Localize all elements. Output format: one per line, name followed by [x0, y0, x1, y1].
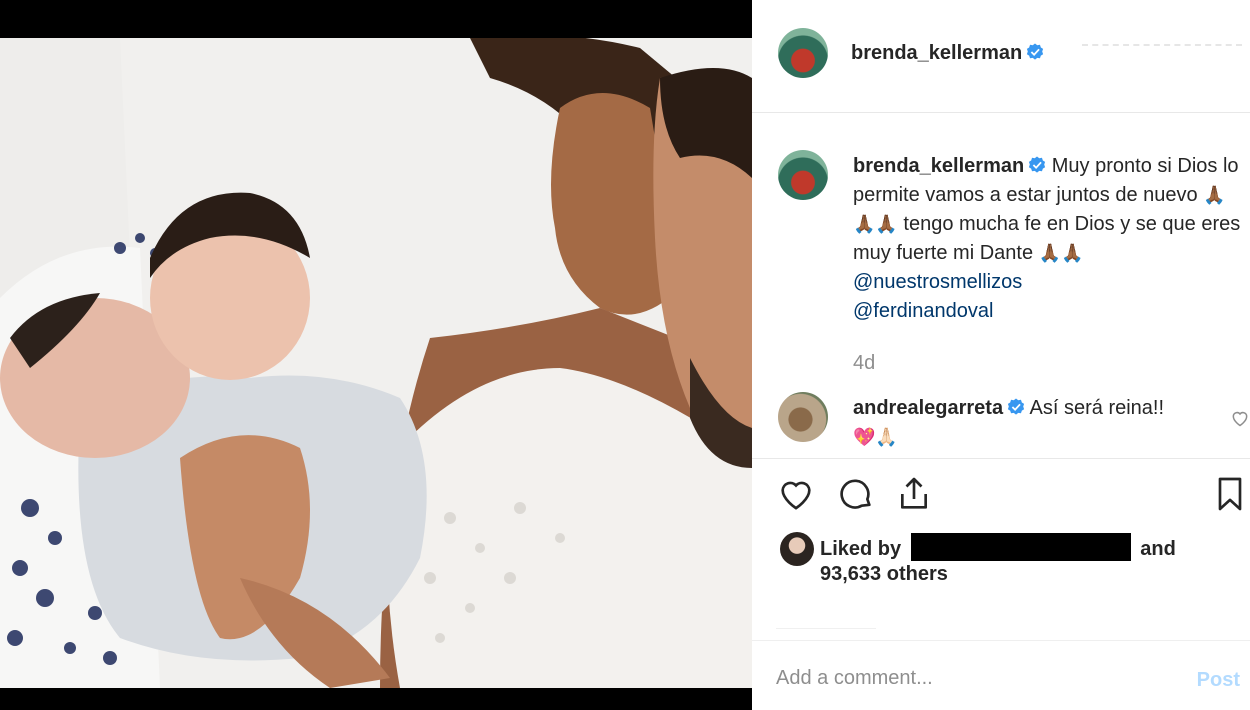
liked-by-line: Liked by and: [820, 533, 1176, 561]
share-icon[interactable]: [894, 474, 934, 514]
praying-hands-emoji-2: 🙏🏾🙏🏾: [1038, 243, 1084, 263]
author-username-text[interactable]: brenda_kellerman: [851, 42, 1022, 64]
liked-by-label: Liked by: [820, 538, 902, 560]
verified-badge-icon: [1007, 398, 1025, 415]
photo-illustration: [0, 38, 752, 688]
author-avatar[interactable]: [778, 28, 828, 78]
actions-divider: [752, 458, 1250, 459]
commenter-username[interactable]: andrealegarreta: [853, 397, 1003, 419]
post-photo[interactable]: [0, 38, 752, 688]
mention-link-1[interactable]: @nuestrosmellizos: [853, 271, 1022, 293]
comment-emoji: 💖🙏🏻: [853, 427, 898, 447]
post-details-panel: brenda_kellerman brenda_kellerman Muy pr…: [752, 0, 1250, 710]
post-header: brenda_kellerman: [752, 0, 1250, 110]
post-photo-frame: [0, 0, 752, 710]
comment-icon[interactable]: [836, 474, 876, 514]
action-bar: [776, 474, 1250, 520]
author-username[interactable]: brenda_kellerman: [851, 42, 1044, 65]
comment-body: Así será reina!!: [1029, 397, 1165, 419]
liked-and-label: and: [1140, 538, 1176, 560]
header-dashed-line: [1082, 44, 1242, 46]
verified-badge-icon: [1027, 43, 1044, 60]
comment-input[interactable]: [776, 663, 1156, 693]
heart-icon[interactable]: [776, 474, 816, 514]
header-divider: [752, 112, 1250, 113]
comment-text: andrealegarreta Así será reina!! 💖🙏🏻: [853, 394, 1223, 452]
likes-divider: [776, 628, 876, 629]
bookmark-icon[interactable]: [1210, 474, 1250, 514]
caption-text: brenda_kellerman Muy pronto si Dios lo p…: [853, 152, 1248, 326]
comment-like-heart-icon[interactable]: [1230, 408, 1250, 428]
instagram-post-view: brenda_kellerman brenda_kellerman Muy pr…: [0, 0, 1250, 710]
caption-avatar[interactable]: [778, 150, 828, 200]
mention-link-2[interactable]: @ferdinandoval: [853, 300, 993, 322]
post-timestamp[interactable]: 4d: [853, 352, 875, 375]
liker-avatar[interactable]: [780, 532, 814, 566]
add-comment-bar: Post: [752, 640, 1250, 710]
caption-username[interactable]: brenda_kellerman: [853, 155, 1024, 177]
redacted-username: [910, 533, 1131, 561]
verified-badge-icon: [1029, 156, 1046, 173]
likes-count[interactable]: 93,633 others: [820, 563, 948, 586]
commenter-avatar[interactable]: [778, 392, 828, 442]
post-comment-button[interactable]: Post: [1197, 669, 1240, 692]
